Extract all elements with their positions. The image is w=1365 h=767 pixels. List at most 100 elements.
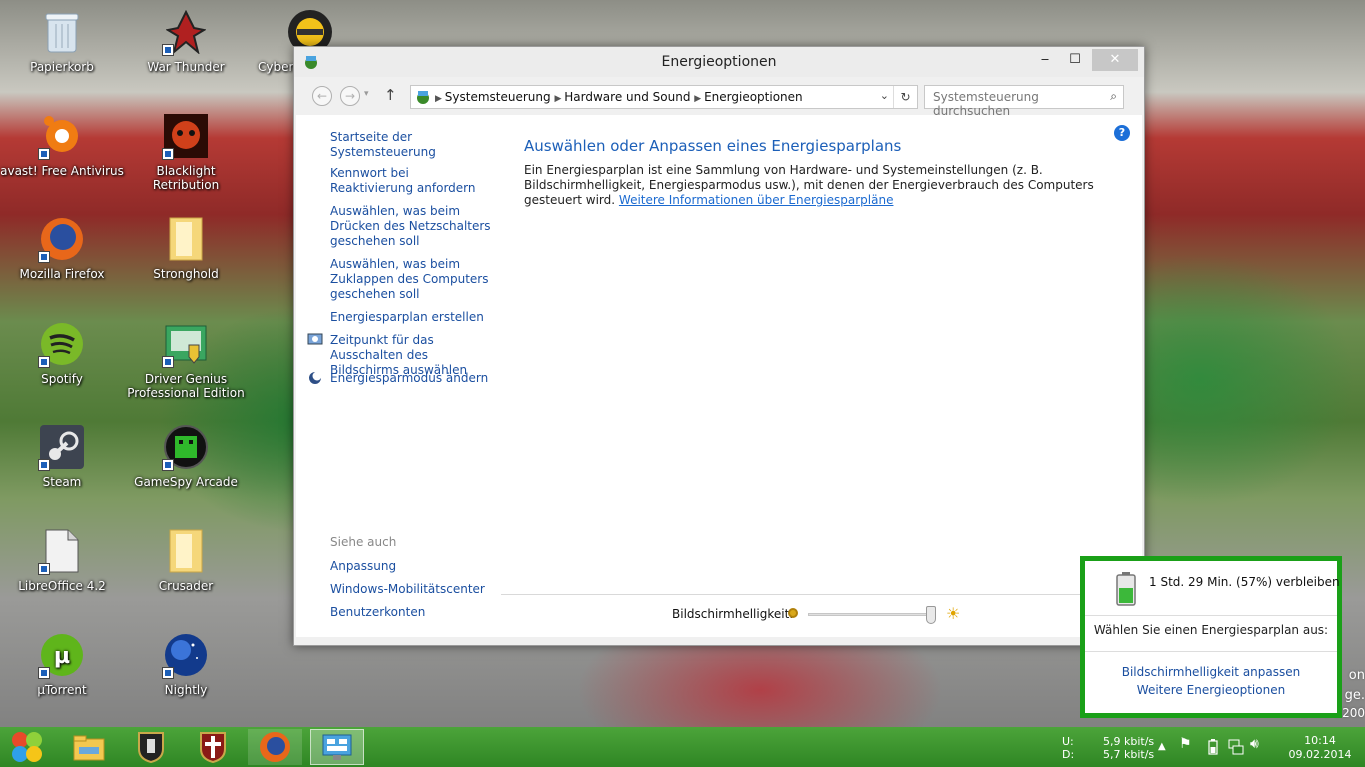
brightness-label: Bildschirmhelligkeit: [672, 607, 794, 621]
icon-label: Mozilla Firefox [19, 267, 105, 281]
desktop-icon-spotify[interactable]: Spotify [0, 320, 124, 386]
breadcrumb-item[interactable]: Systemsteuerung [445, 90, 551, 104]
taskbar-stronghold[interactable] [124, 729, 178, 765]
search-icon[interactable]: ⌕ [1110, 89, 1117, 104]
link-more-power-options[interactable]: Weitere Energieoptionen [1085, 683, 1337, 697]
folder-icon [73, 735, 105, 761]
taskbar-control-panel[interactable] [310, 729, 364, 765]
link-power-button-action[interactable]: Auswählen, was beim Drücken des Netzscha… [330, 204, 494, 249]
minimize-button[interactable]: ‒ [1030, 49, 1060, 71]
link-require-password[interactable]: Kennwort bei Reaktivierung anfordern [330, 166, 494, 196]
icon-label: Stronghold [153, 267, 219, 281]
icon-label: LibreOffice 4.2 [18, 579, 106, 593]
see-also-heading: Siehe auch [330, 535, 397, 549]
link-create-power-plan[interactable]: Energiesparplan erstellen [330, 310, 494, 325]
icon-label: Blacklight Retribution [152, 164, 220, 192]
desktop-icon-avast[interactable]: avast! Free Antivirus [0, 112, 124, 178]
taskbar-crusader[interactable] [186, 729, 240, 765]
address-dropdown-button[interactable]: ⌄ [880, 89, 889, 102]
icon-label: Crusader [158, 579, 214, 593]
folder-icon [162, 527, 210, 575]
link-mobility-center[interactable]: Windows-Mobilitätscenter [330, 582, 494, 597]
download-label: D: [1062, 748, 1075, 761]
icon-label: GameSpy Arcade [134, 475, 238, 489]
shortcut-arrow-icon [38, 251, 50, 263]
desktop-icon-war-thunder[interactable]: War Thunder [124, 8, 248, 74]
network-tray-icon[interactable] [1228, 739, 1244, 758]
title-bar[interactable]: Energieoptionen ‒ ☐ ✕ [294, 47, 1144, 77]
recycle-bin-icon [38, 8, 86, 56]
link-user-accounts[interactable]: Benutzerkonten [330, 605, 494, 620]
address-bar: ← → ▾ ↑ ▶ Systemsteuerung ▶ Hardware und… [300, 83, 1138, 118]
desktop-icon-gamespy[interactable]: GameSpy Arcade [124, 423, 248, 489]
firefox-icon [260, 732, 290, 762]
clock-date: 09.02.2014 [1288, 748, 1352, 761]
link-adjust-brightness[interactable]: Bildschirmhelligkeit anpassen [1085, 665, 1337, 679]
breadcrumb-item[interactable]: Energieoptionen [704, 90, 803, 104]
forward-button[interactable]: → [340, 86, 360, 106]
start-button[interactable] [0, 729, 54, 765]
spotify-icon [38, 320, 86, 368]
slider-track [808, 613, 932, 616]
shortcut-arrow-icon [162, 459, 174, 471]
taskbar-file-explorer[interactable] [62, 729, 116, 765]
link-personalization[interactable]: Anpassung [330, 559, 494, 574]
desktop-icon-blacklight[interactable]: Blacklight Retribution [124, 112, 248, 192]
task-pane: Startseite der Systemsteuerung Kennwort … [296, 115, 496, 637]
libreoffice-icon [38, 527, 86, 575]
desktop-icon-driver-genius[interactable]: Driver Genius Professional Edition [124, 320, 248, 400]
flyout-panel: 1 Std. 29 Min. (57%) verbleiben Wählen S… [1085, 561, 1340, 713]
shortcut-arrow-icon [162, 44, 174, 56]
brightness-slider[interactable] [808, 606, 936, 626]
network-speeds: 5,9 kbit/s 5,7 kbit/s [1103, 735, 1154, 761]
battery-tray-icon[interactable] [1208, 739, 1218, 758]
taskbar-firefox[interactable] [248, 729, 302, 765]
shortcut-arrow-icon [38, 459, 50, 471]
icon-label: µTorrent [37, 683, 87, 697]
nightly-icon [162, 631, 210, 679]
breadcrumb-item[interactable]: Hardware und Sound [564, 90, 690, 104]
desktop-icon-steam[interactable]: Steam [0, 423, 124, 489]
desktop-icon-crusader[interactable]: Crusader [124, 527, 248, 593]
battery-flyout: 1 Std. 29 Min. (57%) verbleiben Wählen S… [1080, 556, 1342, 718]
desktop-icon-recycle-bin[interactable]: Papierkorb [0, 8, 124, 74]
address-box[interactable]: ▶ Systemsteuerung ▶ Hardware und Sound ▶… [410, 85, 918, 109]
control-panel-icon [415, 89, 431, 108]
shortcut-arrow-icon [162, 148, 174, 160]
icon-label: War Thunder [147, 60, 225, 74]
desktop-icon-libreoffice[interactable]: LibreOffice 4.2 [0, 527, 124, 593]
clock[interactable]: 10:14 09.02.2014 [1280, 734, 1360, 762]
close-button[interactable]: ✕ [1092, 49, 1138, 71]
back-button[interactable]: ← [312, 86, 332, 106]
shortcut-arrow-icon [38, 356, 50, 368]
desktop-icon-utorrent[interactable]: µ µTorrent [0, 631, 124, 697]
more-info-link[interactable]: Weitere Informationen über Energiesparpl… [619, 193, 894, 207]
slider-thumb[interactable] [926, 606, 936, 624]
page-description: Ein Energiesparplan ist eine Sammlung vo… [524, 163, 1094, 208]
shortcut-arrow-icon [162, 356, 174, 368]
network-labels: U: D: [1062, 735, 1074, 761]
blacklight-icon [162, 112, 210, 160]
icon-label: Spotify [41, 372, 83, 386]
up-button[interactable]: ↑ [384, 86, 397, 104]
brightness-high-icon: ☀ [946, 604, 961, 623]
icon-label: Steam [42, 475, 82, 489]
recent-locations-button[interactable]: ▾ [364, 89, 369, 99]
gamespy-icon [162, 423, 210, 471]
refresh-button[interactable]: ↻ [893, 86, 917, 108]
show-hidden-icons-button[interactable]: ▲ [1158, 740, 1166, 753]
brightness-row: Bildschirmhelligkeit: ☀ [668, 602, 968, 632]
action-center-flag-icon[interactable]: ⚑ [1179, 737, 1192, 751]
volume-icon[interactable]: 🔊︎ [1250, 737, 1259, 751]
help-icon[interactable]: ? [1114, 125, 1130, 141]
link-change-sleep-mode[interactable]: Energiesparmodus ändern [330, 371, 494, 386]
maximize-button[interactable]: ☐ [1060, 49, 1090, 71]
link-lid-close-action[interactable]: Auswählen, was beim Zuklappen des Comput… [330, 257, 494, 302]
icon-label: Driver Genius Professional Edition [127, 372, 245, 400]
desktop-icon-nightly[interactable]: Nightly [124, 631, 248, 697]
search-input[interactable]: Systemsteuerung durchsuchen ⌕ [924, 85, 1124, 118]
link-control-panel-home[interactable]: Startseite der Systemsteuerung [330, 130, 494, 160]
desktop-icon-stronghold[interactable]: Stronghold [124, 215, 248, 281]
desktop-icon-firefox[interactable]: Mozilla Firefox [0, 215, 124, 281]
icon-label: Nightly [164, 683, 208, 697]
